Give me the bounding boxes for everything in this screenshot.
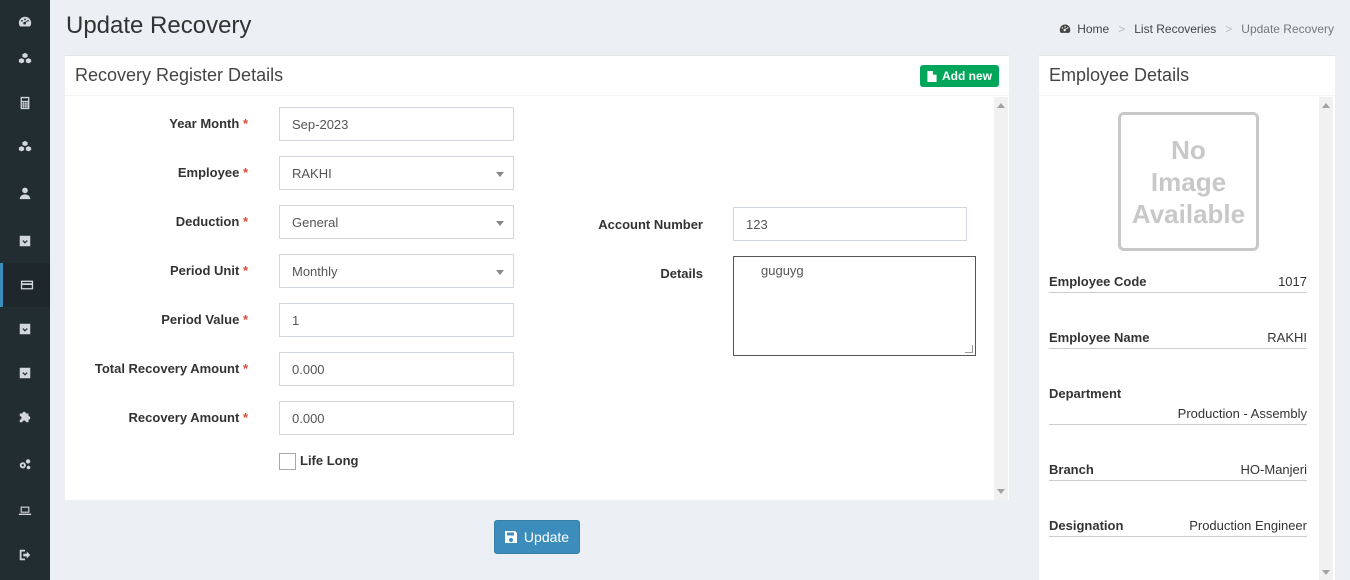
laptop-icon xyxy=(18,506,32,515)
panel-scrollbar[interactable] xyxy=(994,97,1008,500)
user-icon xyxy=(19,187,31,200)
year-month-input[interactable]: Sep-2023 xyxy=(279,107,514,141)
sidebar-item-calculator[interactable] xyxy=(0,81,50,125)
sidebar-item-download-3[interactable] xyxy=(0,351,50,395)
employee-label: Employee * xyxy=(177,165,248,180)
download-icon xyxy=(19,367,31,379)
period-value-input[interactable]: 1 xyxy=(279,303,514,337)
department-row: Department Production - Assembly xyxy=(1049,386,1307,425)
period-unit-select[interactable]: Monthly xyxy=(279,254,514,288)
breadcrumb-current: Update Recovery xyxy=(1241,22,1334,36)
sidebar-item-cubes-2[interactable] xyxy=(0,125,50,169)
employee-code-row: Employee Code 1017 xyxy=(1049,274,1307,293)
panel-header: Employee Details xyxy=(1039,56,1335,96)
resize-handle[interactable] xyxy=(965,345,973,353)
cogs-icon xyxy=(19,459,31,470)
employee-select[interactable]: RAKHI xyxy=(279,156,514,190)
deduction-select[interactable]: General xyxy=(279,205,514,239)
update-button[interactable]: Update xyxy=(494,520,580,554)
add-new-label: Add new xyxy=(942,69,992,83)
page-title: Update Recovery xyxy=(66,12,252,39)
dashboard-icon xyxy=(18,16,32,27)
deduction-label: Deduction * xyxy=(175,214,248,229)
panel-title: Recovery Register Details xyxy=(75,65,284,85)
total-recovery-amount-label: Total Recovery Amount * xyxy=(94,361,248,376)
chevron-down-icon xyxy=(496,172,504,177)
scroll-down-icon[interactable] xyxy=(997,489,1005,494)
sidebar-item-puzzle[interactable] xyxy=(0,395,50,439)
period-value-label: Period Value * xyxy=(161,312,248,327)
add-new-button[interactable]: Add new xyxy=(920,65,999,87)
breadcrumb-list-link[interactable]: List Recoveries xyxy=(1134,22,1216,36)
breadcrumb-home-link[interactable]: Home xyxy=(1077,22,1109,36)
scroll-up-icon[interactable] xyxy=(997,103,1005,108)
recovery-amount-label: Recovery Amount * xyxy=(128,410,248,425)
breadcrumb-separator: > xyxy=(1118,22,1126,36)
life-long-label: Life Long xyxy=(300,453,359,468)
sidebar-item-cubes-1[interactable] xyxy=(0,37,50,81)
sidebar-item-download-1[interactable] xyxy=(0,219,50,263)
floppy-disk-icon xyxy=(504,531,517,543)
cubes-icon xyxy=(18,140,32,152)
sidebar xyxy=(0,0,50,580)
sidebar-item-recovery[interactable] xyxy=(0,263,50,307)
details-textarea[interactable]: guguyg xyxy=(733,256,976,356)
recovery-amount-input[interactable]: 0.000 xyxy=(279,401,514,435)
panel-header: Recovery Register Details xyxy=(65,56,1009,96)
cubes-icon xyxy=(18,52,32,64)
employee-photo-placeholder: No Image Available xyxy=(1118,112,1259,251)
scroll-up-icon[interactable] xyxy=(1322,103,1330,108)
branch-row: Branch HO-Manjeri xyxy=(1049,462,1307,481)
panel-scrollbar[interactable] xyxy=(1319,97,1333,580)
sidebar-item-download-2[interactable] xyxy=(0,307,50,351)
puzzle-icon xyxy=(19,411,31,423)
account-number-input[interactable]: 123 xyxy=(733,207,967,241)
details-label: Details xyxy=(660,266,703,281)
account-number-label: Account Number xyxy=(598,217,703,232)
download-icon xyxy=(19,323,31,335)
credit-card-icon xyxy=(20,280,33,290)
life-long-checkbox[interactable] xyxy=(279,453,296,470)
sidebar-item-user[interactable] xyxy=(0,171,50,215)
breadcrumb: Home > List Recoveries > Update Recovery xyxy=(1059,22,1334,36)
scroll-down-icon[interactable] xyxy=(1322,570,1330,575)
panel-title: Employee Details xyxy=(1049,65,1190,85)
recovery-register-panel: Recovery Register Details Add new Year M… xyxy=(65,55,1009,500)
period-unit-label: Period Unit * xyxy=(169,263,248,278)
download-icon xyxy=(19,235,31,247)
file-icon xyxy=(927,70,937,82)
employee-name-row: Employee Name RAKHI xyxy=(1049,330,1307,349)
sign-out-icon xyxy=(19,549,31,561)
sidebar-item-sign-out[interactable] xyxy=(0,533,50,577)
total-recovery-amount-input[interactable]: 0.000 xyxy=(279,352,514,386)
dashboard-icon xyxy=(1059,24,1071,33)
calculator-icon xyxy=(20,96,30,110)
breadcrumb-separator: > xyxy=(1225,22,1233,36)
chevron-down-icon xyxy=(496,221,504,226)
employee-details-panel: Employee Details No Image Available Empl… xyxy=(1039,55,1335,580)
year-month-label: Year Month * xyxy=(169,116,248,131)
chevron-down-icon xyxy=(496,270,504,275)
sidebar-item-cogs[interactable] xyxy=(0,442,50,486)
designation-row: Designation Production Engineer xyxy=(1049,518,1307,537)
sidebar-item-laptop[interactable] xyxy=(0,489,50,533)
update-label: Update xyxy=(523,529,570,545)
